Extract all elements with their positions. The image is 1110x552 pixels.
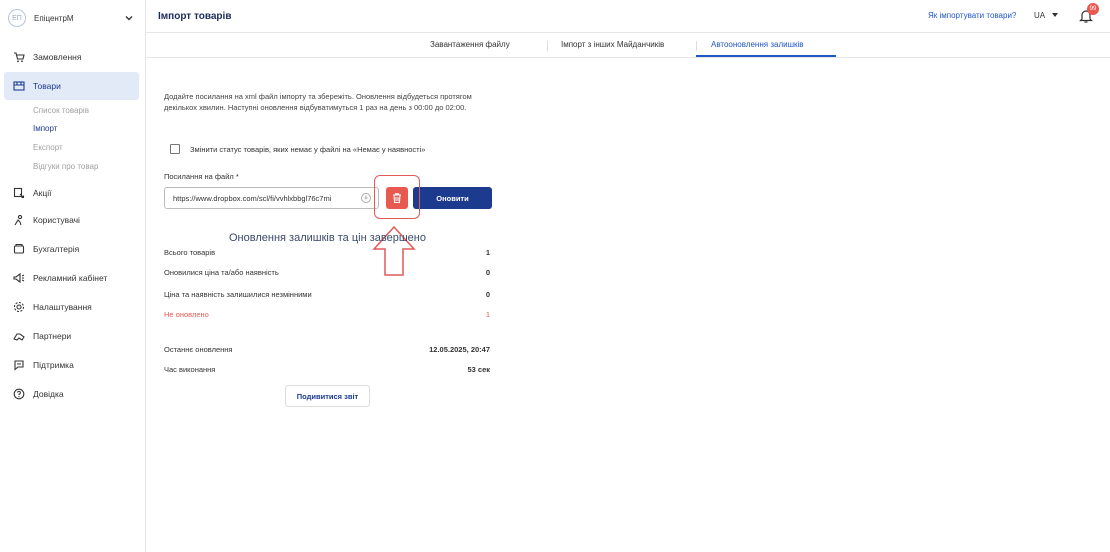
tab-divider	[696, 41, 697, 51]
sidebar-item-ads[interactable]: Рекламний кабінет	[4, 264, 139, 292]
sidebar-item-settings[interactable]: Налаштування	[4, 293, 139, 321]
stat-label: Ціна та наявність залишилися незмінними	[164, 290, 312, 299]
view-report-button[interactable]: Подивитися звіт	[285, 385, 370, 407]
sidebar-item-label: Бухгалтерія	[33, 244, 80, 254]
stat-not-updated: Не оновлено 1	[164, 310, 490, 324]
subitem-reviews[interactable]: Відгуки про товар	[33, 162, 98, 171]
chat-icon	[12, 358, 26, 372]
sidebar-item-label: Рекламний кабінет	[33, 273, 108, 283]
stat-updated: Оновилися ціна та/або наявність 0	[164, 268, 490, 282]
wallet-icon	[12, 242, 26, 256]
sidebar-item-accounting[interactable]: Бухгалтерія	[4, 235, 139, 263]
sidebar: ЕП ЕпіцентрМ Замовлення Товари Список то…	[0, 0, 146, 552]
users-icon	[12, 213, 26, 227]
sidebar-item-support[interactable]: Підтримка	[4, 351, 139, 379]
store-switcher[interactable]: ЕП ЕпіцентрМ	[8, 8, 138, 28]
duration-value: 53 сек	[467, 365, 490, 374]
tab-auto-stock-update[interactable]: Автооновлення залишків	[711, 40, 804, 49]
stat-value: 1	[485, 248, 490, 257]
highlight-annotation	[374, 175, 420, 219]
stat-label: Не оновлено	[164, 310, 209, 319]
sidebar-item-partners[interactable]: Партнери	[4, 322, 139, 350]
last-update-row: Останнє оновлення 12.05.2025, 20:47	[164, 345, 490, 359]
how-to-import-link[interactable]: Як імпортувати товари?	[928, 11, 1016, 20]
caret-down-icon	[1052, 13, 1058, 17]
summary-title: Оновлення залишків та цін завершено	[229, 232, 426, 244]
duration-label: Час виконання	[164, 365, 216, 374]
stat-value: 1	[485, 310, 490, 319]
stat-label: Оновилися ціна та/або наявність	[164, 268, 279, 277]
sidebar-item-label: Налаштування	[33, 302, 92, 312]
tab-other-marketplaces[interactable]: Імпорт з інших Майданчиків	[561, 40, 664, 49]
sidebar-item-help[interactable]: Довідка	[4, 380, 139, 408]
checkbox-label: Змінити статус товарів, яких немає у фай…	[190, 144, 426, 154]
sidebar-item-label: Товари	[33, 81, 61, 91]
stat-unchanged: Ціна та наявність залишилися незмінними …	[164, 290, 490, 304]
sidebar-item-label: Партнери	[33, 331, 72, 341]
help-icon	[12, 387, 26, 401]
store-name: ЕпіцентрМ	[34, 13, 74, 23]
sidebar-item-products[interactable]: Товари	[4, 72, 139, 100]
gear-icon	[12, 300, 26, 314]
topbar: Імпорт товарів Як імпортувати товари? UA…	[146, 0, 1110, 33]
sidebar-item-label: Користувачі	[33, 215, 80, 225]
mark-out-of-stock-checkbox[interactable]	[170, 144, 180, 154]
stat-label: Всього товарів	[164, 248, 216, 257]
sidebar-item-label: Довідка	[33, 389, 64, 399]
store-avatar: ЕП	[8, 9, 26, 27]
subitem-import[interactable]: Імпорт	[33, 124, 57, 133]
instructions-text: Додайте посилання на xml файл імпорту та…	[164, 92, 472, 112]
subitem-product-list[interactable]: Список товарів	[33, 106, 89, 115]
duration-row: Час виконання 53 сек	[164, 365, 490, 379]
last-update-label: Останнє оновлення	[164, 345, 233, 354]
language-select[interactable]: UA	[1034, 11, 1045, 20]
subitem-export[interactable]: Експорт	[33, 143, 63, 152]
update-button[interactable]: Оновити	[413, 187, 492, 209]
file-url-input[interactable]	[164, 187, 379, 209]
cart-icon	[12, 50, 26, 64]
sidebar-item-orders[interactable]: Замовлення	[4, 43, 139, 71]
promo-icon	[12, 186, 26, 200]
handshake-icon	[12, 329, 26, 343]
tabs: Завантаження файлу Імпорт з інших Майдан…	[146, 33, 1110, 58]
file-url-label: Посилання на файл *	[164, 172, 239, 181]
stat-value: 0	[485, 290, 490, 299]
notification-badge: 99	[1087, 3, 1099, 15]
last-update-value: 12.05.2025, 20:47	[429, 345, 490, 354]
page-title: Імпорт товарів	[158, 11, 232, 22]
attachment-icon[interactable]	[360, 192, 372, 204]
megaphone-icon	[12, 271, 26, 285]
sidebar-item-users[interactable]: Користувачі	[4, 206, 139, 234]
active-tab-indicator	[696, 55, 836, 57]
tab-divider	[547, 41, 548, 51]
sidebar-item-promotions[interactable]: Акції	[4, 179, 139, 207]
chevron-down-icon	[125, 16, 133, 21]
sidebar-item-label: Акції	[33, 188, 52, 198]
sidebar-item-label: Підтримка	[33, 360, 74, 370]
stat-total-products: Всього товарів 1	[164, 248, 490, 262]
products-icon	[12, 79, 26, 93]
stat-value: 0	[485, 268, 490, 277]
tab-file-upload[interactable]: Завантаження файлу	[430, 40, 510, 49]
mark-out-of-stock-option[interactable]: Змінити статус товарів, яких немає у фай…	[170, 144, 425, 154]
sidebar-item-label: Замовлення	[33, 52, 82, 62]
